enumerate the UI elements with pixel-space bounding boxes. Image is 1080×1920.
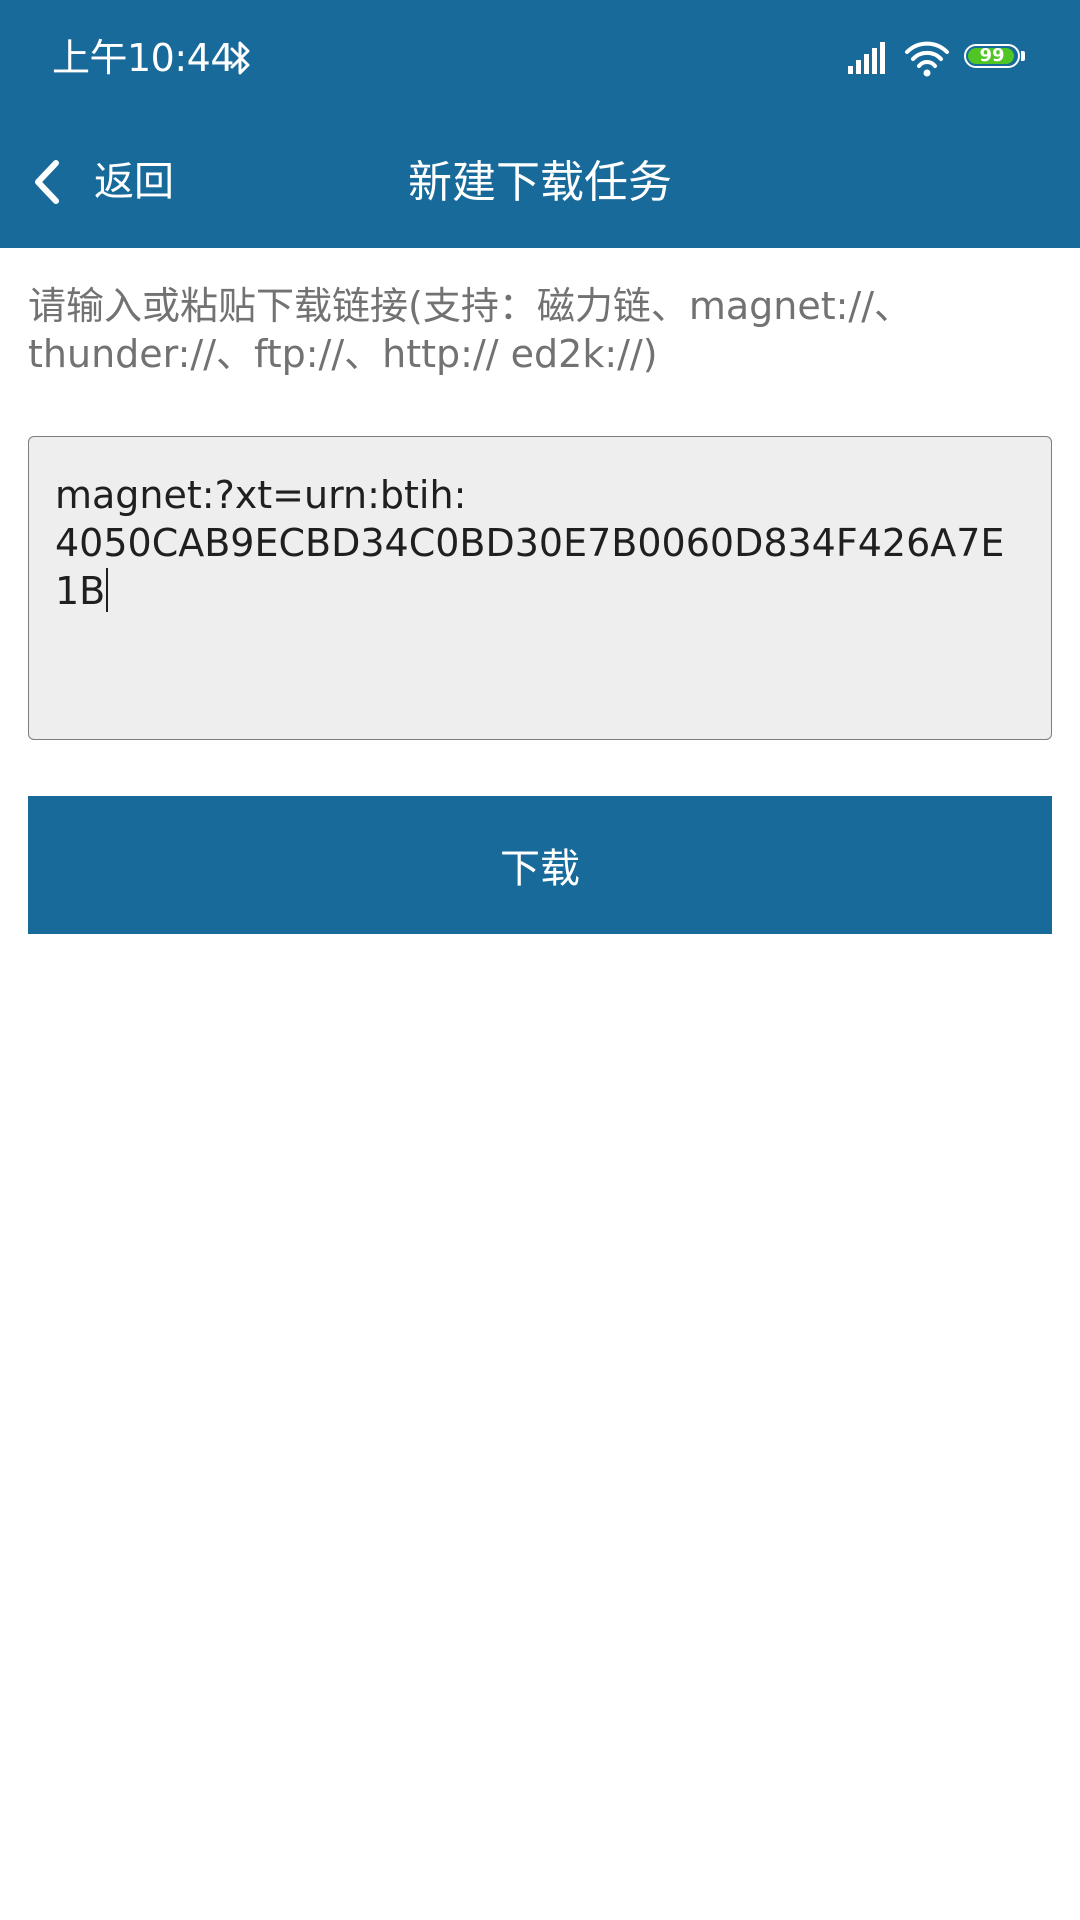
- text-caret: [106, 568, 109, 612]
- status-bar: 上午10:44 99: [0, 0, 1080, 118]
- status-time: 上午10:44: [52, 36, 235, 80]
- wifi-icon: [905, 41, 949, 77]
- link-hint: 请输入或粘贴下载链接(支持：磁力链、magnet://、thunder://、f…: [28, 284, 913, 376]
- download-button-label: 下载: [500, 846, 580, 892]
- bluetooth-icon: [230, 41, 250, 75]
- page-title: 新建下载任务: [408, 157, 672, 208]
- signal-icon: [848, 42, 885, 74]
- app-bar: 返回 新建下载任务: [0, 118, 1080, 248]
- download-button[interactable]: 下载: [28, 796, 1052, 934]
- link-input-value: magnet:?xt=urn:btih: 4050CAB9ECBD34C0BD3…: [55, 473, 1005, 613]
- battery-level: 99: [979, 45, 1005, 66]
- battery-icon: 99: [964, 44, 1028, 72]
- link-input[interactable]: magnet:?xt=urn:btih: 4050CAB9ECBD34C0BD3…: [28, 436, 1052, 740]
